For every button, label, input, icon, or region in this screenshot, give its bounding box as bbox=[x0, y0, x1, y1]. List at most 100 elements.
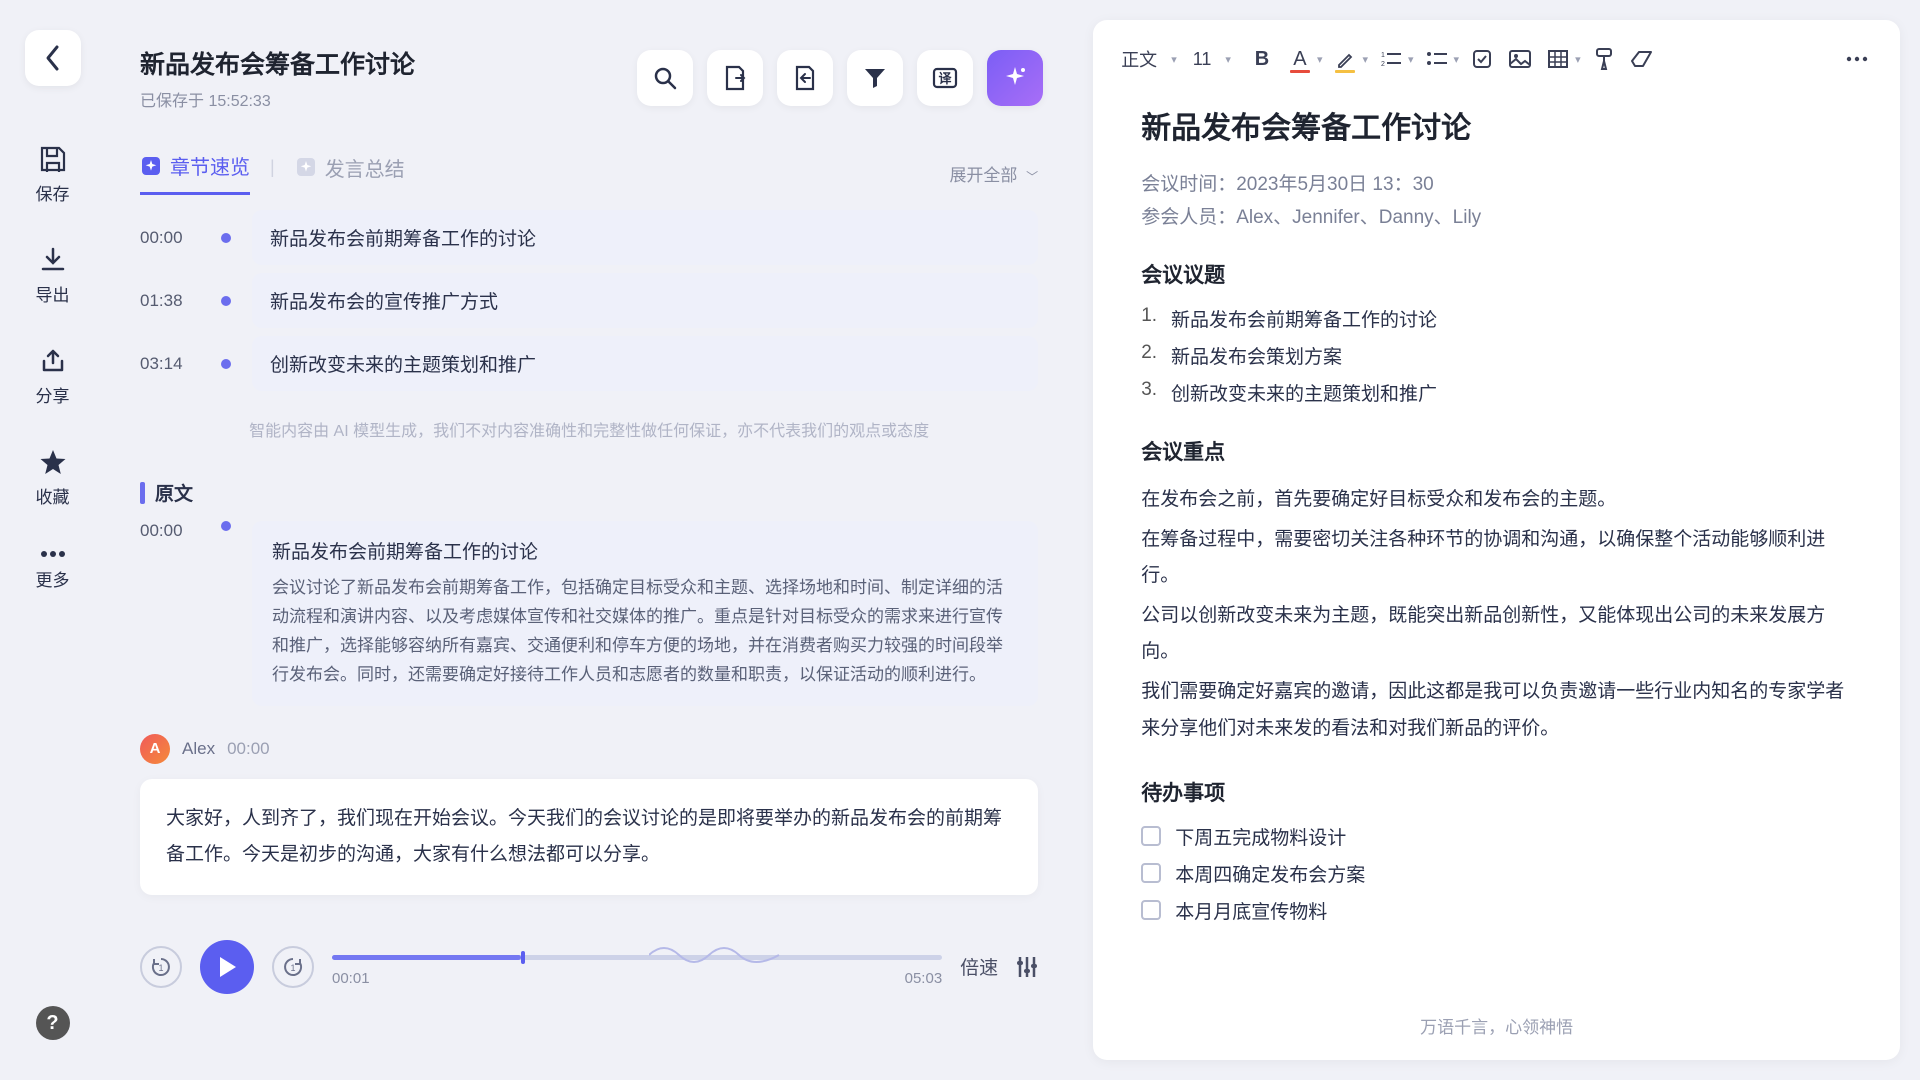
speech-segment[interactable]: 大家好，人到齐了，我们现在开始会议。今天我们的会议讨论的是即将要举办的新品发布会… bbox=[140, 779, 1038, 895]
tab-summary-label: 发言总结 bbox=[325, 153, 405, 182]
more-toolbar-button[interactable] bbox=[1842, 42, 1872, 76]
rail-favorite[interactable]: 收藏 bbox=[36, 449, 70, 508]
editor-footer: 万语千言，心领神悟 bbox=[1093, 991, 1900, 1060]
ordered-list-button[interactable]: 12▾ bbox=[1376, 42, 1414, 76]
avatar: A bbox=[140, 734, 170, 764]
translate-button[interactable]: 译 bbox=[917, 50, 973, 106]
more-horiz-icon bbox=[1846, 56, 1868, 62]
speed-button[interactable]: 倍速 bbox=[960, 953, 998, 980]
svg-text:2: 2 bbox=[1381, 61, 1385, 67]
back-button[interactable] bbox=[25, 30, 81, 86]
svg-text:1: 1 bbox=[1381, 52, 1385, 59]
ul-icon bbox=[1427, 51, 1447, 67]
import-doc-button[interactable] bbox=[777, 50, 833, 106]
timeline-dot bbox=[221, 359, 231, 369]
highlight-button[interactable]: ▾ bbox=[1330, 42, 1368, 76]
fontsize-select[interactable]: 11 ▾ bbox=[1193, 49, 1239, 70]
save-icon bbox=[39, 146, 67, 172]
svg-text:1: 1 bbox=[158, 963, 163, 973]
ai-sparkle-icon bbox=[1002, 65, 1028, 91]
rewind-button[interactable]: 1 bbox=[140, 946, 182, 988]
attendees: 参会人员：Alex、Jennifer、Danny、Lily bbox=[1141, 202, 1852, 229]
expand-all[interactable]: 展开全部 ﹀ bbox=[949, 161, 1038, 186]
import-doc-icon bbox=[794, 65, 816, 91]
checklist-button[interactable] bbox=[1467, 42, 1497, 76]
chapter-timestamp: 01:38 bbox=[140, 291, 200, 311]
eraser-icon bbox=[1631, 50, 1653, 68]
header: 新品发布会筹备工作讨论 已保存于 15:52:33 译 bbox=[105, 20, 1073, 126]
section-focus: 会议重点 bbox=[1141, 436, 1852, 466]
chevron-down-icon: ▾ bbox=[1362, 53, 1368, 66]
filter-icon bbox=[863, 67, 887, 89]
speaker-name: Alex bbox=[182, 739, 215, 759]
text-color-button[interactable]: A▾ bbox=[1285, 42, 1323, 76]
summary-tab-icon bbox=[295, 156, 317, 178]
chevron-left-icon bbox=[44, 44, 62, 72]
section-topics: 会议议题 bbox=[1141, 259, 1852, 289]
svg-text:译: 译 bbox=[939, 71, 953, 86]
checkbox[interactable] bbox=[1141, 826, 1161, 846]
forward-icon: 1 bbox=[283, 957, 303, 977]
progress-bar[interactable]: 00:01 05:03 bbox=[332, 947, 942, 987]
unordered-list-button[interactable]: ▾ bbox=[1422, 42, 1460, 76]
search-button[interactable] bbox=[637, 50, 693, 106]
tab-chapters[interactable]: 章节速览 bbox=[140, 151, 250, 195]
checkbox[interactable] bbox=[1141, 863, 1161, 883]
speaker-timestamp: 00:00 bbox=[227, 739, 270, 759]
equalizer-button[interactable] bbox=[1016, 955, 1038, 979]
eraser-button[interactable] bbox=[1627, 42, 1657, 76]
image-button[interactable] bbox=[1505, 42, 1535, 76]
focus-para: 公司以创新改变未来为主题，既能突出新品创新性，又能体现出公司的未来发展方向。 bbox=[1141, 598, 1852, 670]
origin-item[interactable]: 新品发布会前期筹备工作的讨论 会议讨论了新品发布会前期筹备工作，包括确定目标受众… bbox=[252, 521, 1038, 706]
page-title: 新品发布会筹备工作讨论 bbox=[140, 45, 637, 81]
left-rail: 保存 导出 分享 收藏 更多 ? bbox=[0, 0, 105, 1080]
bold-button[interactable]: B bbox=[1247, 42, 1277, 76]
export-doc-button[interactable] bbox=[707, 50, 763, 106]
progress-fill bbox=[332, 955, 521, 960]
time-total: 05:03 bbox=[905, 970, 943, 987]
tab-separator: | bbox=[270, 157, 275, 190]
ai-button[interactable] bbox=[987, 50, 1043, 106]
chevron-down-icon: ▾ bbox=[1225, 53, 1231, 66]
question-icon: ? bbox=[46, 1012, 58, 1035]
rail-save[interactable]: 保存 bbox=[36, 146, 70, 205]
filter-button[interactable] bbox=[847, 50, 903, 106]
format-paint-button[interactable] bbox=[1589, 42, 1619, 76]
chapter-list: 00:00 新品发布会前期筹备工作的讨论 01:38 新品发布会的宣传推广方式 … bbox=[105, 195, 1073, 399]
table-button[interactable]: ▾ bbox=[1543, 42, 1581, 76]
chapter-item[interactable]: 新品发布会的宣传推广方式 bbox=[252, 273, 1038, 328]
saved-timestamp: 已保存于 15:52:33 bbox=[140, 87, 637, 111]
help-button[interactable]: ? bbox=[36, 1006, 70, 1040]
section-todo: 待办事项 bbox=[1141, 777, 1852, 807]
timeline-dot bbox=[221, 233, 231, 243]
checkbox[interactable] bbox=[1141, 900, 1161, 920]
ai-tab-icon bbox=[140, 155, 162, 177]
chevron-down-icon: ﹀ bbox=[1026, 170, 1038, 184]
play-button[interactable] bbox=[200, 940, 254, 994]
doc-title: 新品发布会筹备工作讨论 bbox=[1141, 103, 1852, 147]
rail-save-label: 保存 bbox=[36, 180, 70, 205]
origin-title: 新品发布会前期筹备工作的讨论 bbox=[272, 537, 1018, 564]
editor-body[interactable]: 新品发布会筹备工作讨论 会议时间：2023年5月30日 13：30 参会人员：A… bbox=[1093, 98, 1900, 991]
chevron-down-icon: ▾ bbox=[1171, 53, 1177, 66]
forward-button[interactable]: 1 bbox=[272, 946, 314, 988]
chapter-item[interactable]: 新品发布会前期筹备工作的讨论 bbox=[252, 210, 1038, 265]
checklist-icon bbox=[1472, 49, 1492, 69]
topic-item: 2.新品发布会策划方案 bbox=[1141, 342, 1852, 369]
rail-export[interactable]: 导出 bbox=[36, 247, 70, 306]
chapter-row: 01:38 新品发布会的宣传推广方式 bbox=[140, 273, 1038, 328]
chapter-item[interactable]: 创新改变未来的主题策划和推广 bbox=[252, 336, 1038, 391]
todo-item: 本月月底宣传物料 bbox=[1141, 897, 1852, 924]
more-icon bbox=[40, 550, 66, 558]
rail-more[interactable]: 更多 bbox=[36, 550, 70, 591]
time-current: 00:01 bbox=[332, 970, 370, 987]
chevron-down-icon: ▾ bbox=[1454, 53, 1460, 66]
rail-share[interactable]: 分享 bbox=[36, 348, 70, 407]
tab-summary[interactable]: 发言总结 bbox=[295, 153, 405, 194]
style-select[interactable]: 正文 ▾ bbox=[1121, 46, 1185, 72]
tab-chapters-label: 章节速览 bbox=[170, 151, 250, 180]
table-icon bbox=[1548, 50, 1568, 68]
waveform-icon bbox=[649, 941, 789, 969]
progress-handle[interactable] bbox=[521, 951, 525, 964]
tabs: 章节速览 | 发言总结 展开全部 ﹀ bbox=[105, 126, 1073, 195]
